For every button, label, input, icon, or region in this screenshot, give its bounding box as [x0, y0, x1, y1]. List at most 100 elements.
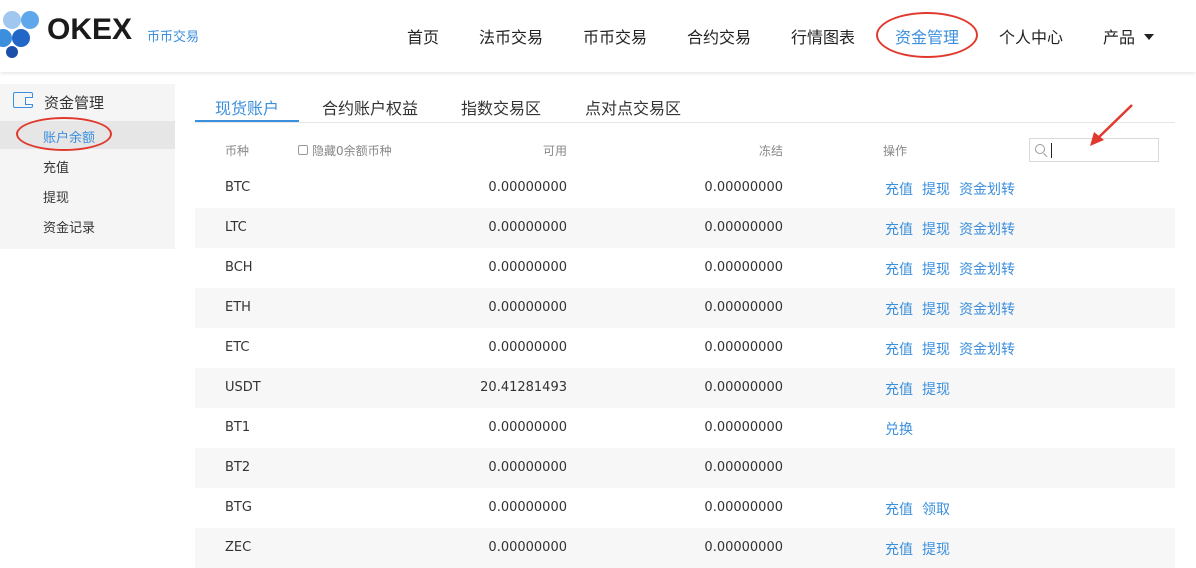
text-cursor: [1051, 143, 1052, 158]
column-header-frozen: 冻结: [759, 144, 784, 158]
table-row: BT2 0.00000000 0.00000000: [195, 448, 1175, 488]
brand-name[interactable]: OKEX: [47, 13, 132, 47]
wallet-icon: [13, 92, 33, 108]
sidebar-title: 资金管理: [44, 94, 105, 112]
cell-available: 0.00000000: [488, 500, 567, 515]
action-link[interactable]: 提现: [922, 302, 950, 318]
action-link[interactable]: 充值: [885, 222, 913, 238]
cell-frozen: 0.00000000: [704, 500, 783, 515]
action-link[interactable]: 资金划转: [959, 262, 1015, 278]
table-row: ZEC 0.00000000 0.00000000 充值 提现: [195, 528, 1175, 568]
cell-frozen: 0.00000000: [704, 540, 783, 555]
action-link[interactable]: 充值: [885, 342, 913, 358]
action-link[interactable]: 提现: [922, 222, 950, 238]
action-link[interactable]: 领取: [922, 502, 950, 518]
action-link[interactable]: 充值: [885, 182, 913, 198]
table-row: USDT 20.41281493 0.00000000 充值 提现: [195, 368, 1175, 408]
action-link[interactable]: 提现: [922, 382, 950, 398]
action-link[interactable]: 资金划转: [959, 342, 1015, 358]
table-row: BT1 0.00000000 0.00000000 兑换: [195, 408, 1175, 448]
cell-coin: BT1: [225, 420, 251, 435]
cell-actions: 充值 提现 资金划转: [885, 299, 1024, 319]
sidebar-item-deposit[interactable]: 充值: [43, 157, 69, 176]
hide-zero-checkbox[interactable]: [298, 145, 308, 155]
cell-available: 0.00000000: [488, 460, 567, 475]
tabs-divider: [195, 122, 1175, 123]
action-link[interactable]: 资金划转: [959, 222, 1015, 238]
cell-coin: ETH: [225, 300, 251, 315]
hide-zero-label[interactable]: 隐藏0余额币种: [312, 142, 392, 159]
nav-products[interactable]: 产品: [1103, 24, 1155, 48]
cell-actions: 充值 提现: [885, 539, 959, 559]
sidebar-item-withdraw[interactable]: 提现: [43, 187, 69, 206]
cell-frozen: 0.00000000: [704, 460, 783, 475]
cell-available: 0.00000000: [488, 180, 567, 195]
cell-frozen: 0.00000000: [704, 220, 783, 235]
cell-frozen: 0.00000000: [704, 260, 783, 275]
table-row: LTC 0.00000000 0.00000000 充值 提现 资金划转: [195, 208, 1175, 248]
cell-available: 20.41281493: [480, 380, 567, 395]
cell-actions: 充值 领取: [885, 499, 959, 519]
cell-coin: BCH: [225, 260, 253, 275]
table-row: ETC 0.00000000 0.00000000 充值 提现 资金划转: [195, 328, 1175, 368]
table-row: BTG 0.00000000 0.00000000 充值 领取: [195, 488, 1175, 528]
cell-available: 0.00000000: [488, 540, 567, 555]
action-link[interactable]: 资金划转: [959, 302, 1015, 318]
cell-frozen: 0.00000000: [704, 180, 783, 195]
column-header-actions: 操作: [883, 144, 908, 158]
action-link[interactable]: 兑换: [885, 422, 913, 438]
cell-actions: 充值 提现 资金划转: [885, 339, 1024, 359]
tab-spot-account[interactable]: 现货账户: [215, 95, 279, 119]
column-header-available: 可用: [543, 144, 568, 158]
cell-frozen: 0.00000000: [704, 300, 783, 315]
cell-coin: ETC: [225, 340, 250, 355]
cell-available: 0.00000000: [488, 420, 567, 435]
action-link[interactable]: 提现: [922, 542, 950, 558]
cell-actions: 充值 提现 资金划转: [885, 219, 1024, 239]
cell-actions: 兑换: [885, 419, 922, 439]
tab-active-indicator: [195, 120, 299, 122]
action-link[interactable]: 充值: [885, 502, 913, 518]
action-link[interactable]: 提现: [922, 182, 950, 198]
cell-actions: 充值 提现 资金划转: [885, 259, 1024, 279]
cell-coin: BTC: [225, 180, 251, 195]
nav-home[interactable]: 首页: [407, 24, 439, 48]
action-link[interactable]: 提现: [922, 262, 950, 278]
cell-actions: 充值 提现: [885, 379, 959, 399]
column-header-coin: 币种: [225, 144, 250, 158]
action-link[interactable]: 提现: [922, 342, 950, 358]
annotation-arrow-icon: [1090, 104, 1133, 146]
nav-products-label: 产品: [1103, 28, 1136, 47]
tab-index-trading[interactable]: 指数交易区: [461, 95, 541, 119]
action-link[interactable]: 充值: [885, 262, 913, 278]
nav-coin-trading[interactable]: 币币交易: [583, 24, 647, 48]
cell-available: 0.00000000: [488, 260, 567, 275]
tab-p2p-trading[interactable]: 点对点交易区: [585, 95, 681, 119]
cell-frozen: 0.00000000: [704, 380, 783, 395]
table-row: BTC 0.00000000 0.00000000 充值 提现 资金划转: [195, 168, 1175, 208]
nav-market-charts[interactable]: 行情图表: [791, 24, 855, 48]
cell-available: 0.00000000: [488, 340, 567, 355]
action-link[interactable]: 充值: [885, 542, 913, 558]
annotation-circle-nav: [876, 12, 978, 58]
okex-logo-icon[interactable]: [0, 6, 48, 58]
sidebar-item-fund-records[interactable]: 资金记录: [43, 217, 95, 236]
annotation-circle-sidebar: [16, 117, 112, 151]
action-link[interactable]: 充值: [885, 382, 913, 398]
nav-fiat-trading[interactable]: 法币交易: [479, 24, 543, 48]
action-link[interactable]: 充值: [885, 302, 913, 318]
nav-futures-trading[interactable]: 合约交易: [687, 24, 751, 48]
nav-personal-center[interactable]: 个人中心: [999, 24, 1063, 48]
tab-futures-equity[interactable]: 合约账户权益: [322, 95, 418, 119]
caret-down-icon: [1144, 34, 1155, 40]
action-link[interactable]: 资金划转: [959, 182, 1015, 198]
cell-coin: BTG: [225, 500, 252, 515]
cell-coin: LTC: [225, 220, 247, 235]
cell-coin: BT2: [225, 460, 251, 475]
search-icon: [1035, 144, 1045, 154]
cell-available: 0.00000000: [488, 220, 567, 235]
cell-actions: 充值 提现 资金划转: [885, 179, 1024, 199]
cell-coin: ZEC: [225, 540, 252, 555]
cell-frozen: 0.00000000: [704, 420, 783, 435]
top-header: OKEX 币币交易 首页 法币交易 币币交易 合约交易 行情图表 资金管理 个人…: [0, 0, 1196, 72]
